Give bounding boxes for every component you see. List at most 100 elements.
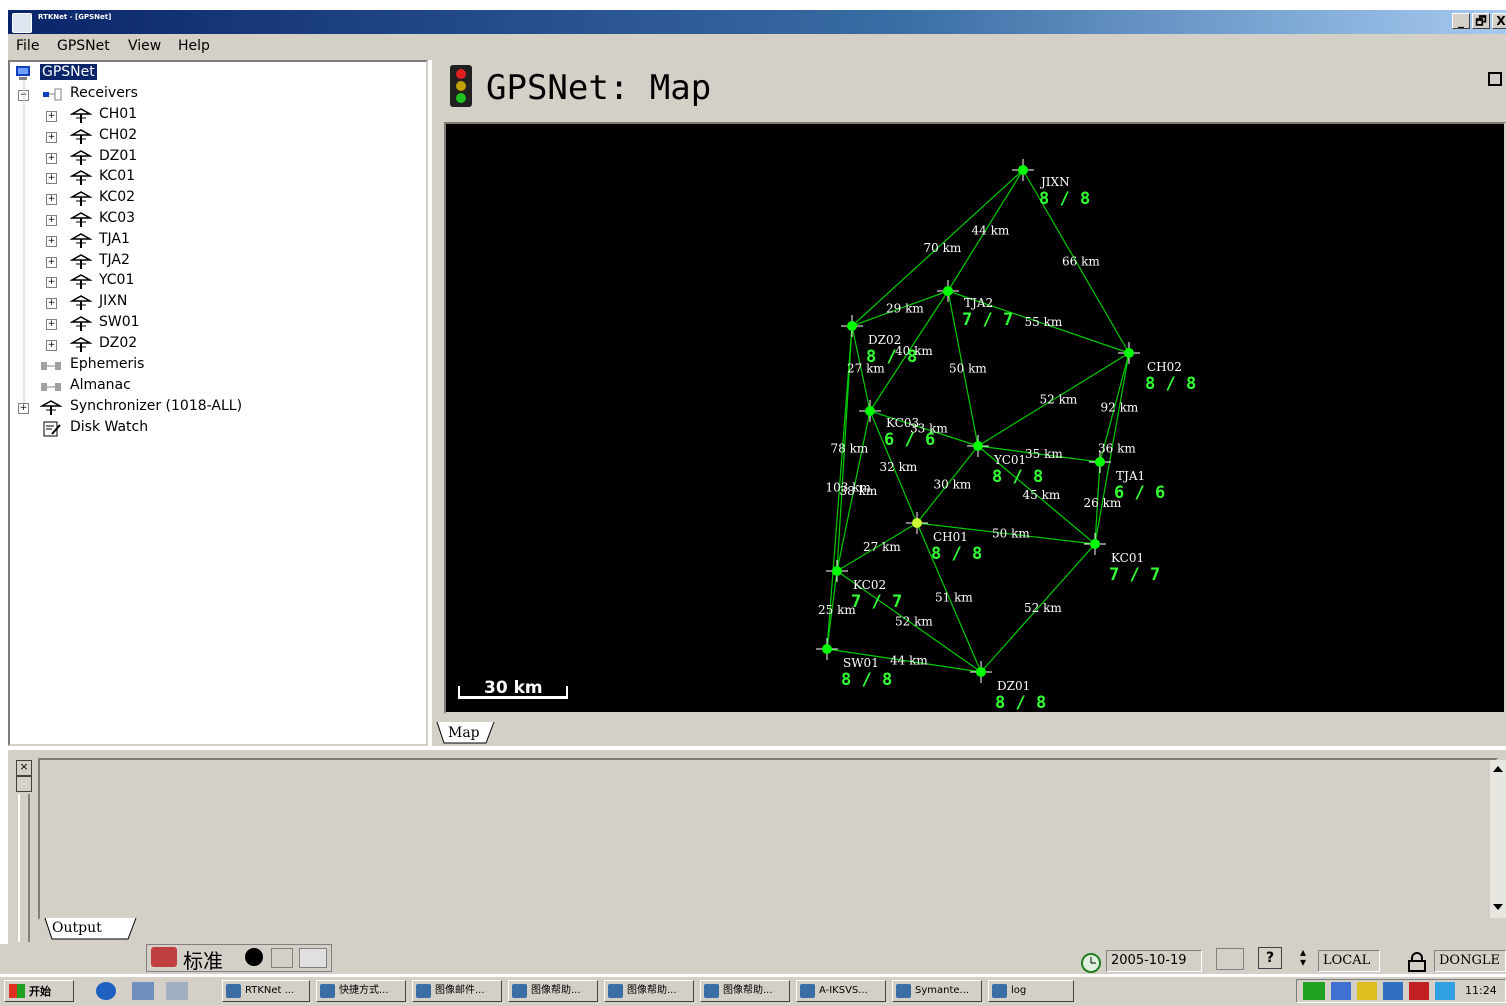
tree-receiver-label: KC01 <box>99 168 136 185</box>
tray-monitor-icon[interactable] <box>1383 982 1403 1000</box>
station-name-label: DZ01 <box>997 679 1030 693</box>
desktop-quicklaunch-icon[interactable] <box>166 982 188 1000</box>
minimize-button[interactable]: _ <box>1452 13 1470 29</box>
tree-receiver-label: KC03 <box>99 210 136 226</box>
scale-label: 30 km <box>484 678 543 698</box>
taskbar-button[interactable]: 图像帮助... <box>700 980 790 1002</box>
scroll-down-icon[interactable] <box>1493 904 1503 910</box>
expand-icon[interactable]: + <box>46 215 57 226</box>
map-tab[interactable]: Map <box>436 722 496 744</box>
expand-icon[interactable]: + <box>46 111 57 122</box>
task-app-icon <box>416 984 431 998</box>
station-marker-kc03 <box>865 406 875 416</box>
taskbar-button[interactable]: 图像邮件... <box>412 980 502 1002</box>
map-canvas[interactable]: 70 km 44 km 66 km 29 km 55 km 40 km 27 km 50 km… <box>444 122 1506 714</box>
menu-view[interactable]: View <box>128 38 161 54</box>
output-pane: × Output <box>8 750 1506 944</box>
taskbar-button[interactable]: 图像帮助... <box>508 980 598 1002</box>
ime-keyboard-icon[interactable] <box>299 948 327 968</box>
station-satellite-ratio: 8 / 8 <box>1145 374 1196 394</box>
station-name-label: CH01 <box>933 530 968 544</box>
map-title: GPSNet: Map <box>486 68 712 108</box>
restore-button[interactable]: 🗗 <box>1472 13 1490 29</box>
expand-icon[interactable]: + <box>46 298 57 310</box>
baseline-length-label: 50 km <box>949 362 987 376</box>
tray-security-icon[interactable] <box>1435 982 1455 1000</box>
title-bar[interactable]: RTKNet - [GPSNet] _ 🗗 X <box>8 10 1506 34</box>
baseline-length-label: 52 km <box>1024 601 1062 615</box>
expand-icon[interactable]: + <box>46 173 57 185</box>
panel-maximize-icon[interactable] <box>1488 72 1502 86</box>
output-close-icon[interactable]: × <box>16 760 32 776</box>
traffic-light-icon <box>450 65 472 107</box>
tray-vc-icon[interactable] <box>1303 982 1325 1000</box>
ime-toolbar[interactable]: 标准 <box>146 944 332 974</box>
station-marker-kc01 <box>1090 539 1100 549</box>
expand-icon[interactable]: + <box>46 152 57 164</box>
ime-mode-label[interactable]: 标准 <box>183 945 223 974</box>
station-name-label: KC01 <box>1111 551 1144 565</box>
station-marker-jixn <box>1018 165 1028 175</box>
station-satellite-ratio: 8 / 8 <box>995 693 1046 712</box>
ime-punct-icon[interactable] <box>271 948 293 968</box>
tree-pane[interactable]: GPSNet − Receivers + CH01 + CH02 + DZ01 + KC01 +… <box>8 60 428 746</box>
tree-receiver-label: TJA1 <box>99 230 130 247</box>
output-tab[interactable]: Output <box>44 918 144 940</box>
expand-icon[interactable]: + <box>46 319 57 330</box>
output-text-area[interactable] <box>38 758 1498 920</box>
expand-icon[interactable]: + <box>46 277 57 289</box>
tree-almanac-label: Almanac <box>70 377 131 393</box>
station-marker-kc02 <box>832 566 842 576</box>
windows-logo-icon <box>9 984 25 998</box>
app-icon[interactable] <box>12 13 32 33</box>
output-scrollbar[interactable] <box>1490 760 1506 918</box>
baseline-length-label: 51 km <box>935 591 973 605</box>
expand-icon[interactable]: + <box>18 403 29 414</box>
tree-disk-watch-label: Disk Watch <box>70 419 149 435</box>
window-title: RTKNet - [GPSNet] <box>38 13 112 21</box>
keyboard-icon[interactable] <box>1216 948 1244 970</box>
taskbar-button[interactable]: RTKNet ... <box>222 980 310 1002</box>
output-gripper[interactable] <box>18 794 30 942</box>
spinner-icon[interactable]: ▴ ▾ <box>1296 946 1310 969</box>
task-label: A-IKSVS... <box>819 985 868 996</box>
station-marker-yc01 <box>973 441 983 451</box>
antenna-icon <box>70 191 92 207</box>
menu-help[interactable]: Help <box>178 38 210 54</box>
ime-halfwidth-icon[interactable] <box>245 948 263 966</box>
output-dock-icon[interactable] <box>16 776 32 792</box>
baseline-length-label: 52 km <box>1040 393 1078 407</box>
tray-pencil-icon[interactable] <box>1357 982 1377 1000</box>
baseline-length-label: 45 km <box>1023 488 1061 502</box>
menu-file[interactable]: File <box>16 38 39 54</box>
close-button[interactable]: X <box>1492 13 1506 29</box>
outlook-quicklaunch-icon[interactable] <box>132 982 154 1000</box>
taskbar-button[interactable]: A-IKSVS... <box>796 980 886 1002</box>
station-satellite-ratio: 6 / 6 <box>884 430 935 450</box>
disk-watch-icon <box>43 421 61 437</box>
expand-icon[interactable]: + <box>46 339 57 351</box>
taskbar-button[interactable]: Symante... <box>892 980 982 1002</box>
station-marker-sw01 <box>822 644 832 654</box>
tree-synchronizer-label: Synchronizer (1018-ALL) <box>70 398 243 414</box>
antenna-icon <box>40 400 62 415</box>
expand-icon[interactable]: + <box>46 194 57 206</box>
expand-icon[interactable]: + <box>46 131 57 143</box>
start-button[interactable]: 开始 <box>4 980 74 1002</box>
ie-quicklaunch-icon[interactable] <box>96 982 116 1000</box>
collapse-icon[interactable]: − <box>18 90 29 101</box>
expand-icon[interactable]: + <box>46 235 57 247</box>
task-app-icon <box>608 984 623 998</box>
ime-logo-icon[interactable] <box>151 947 177 967</box>
tray-network-icon[interactable] <box>1331 982 1351 1000</box>
task-label: 快捷方式... <box>339 985 389 996</box>
scroll-up-icon[interactable] <box>1493 766 1503 772</box>
tray-disconnected-icon[interactable] <box>1409 982 1429 1000</box>
station-name-label: KC02 <box>853 578 886 592</box>
help-icon[interactable]: ? <box>1258 947 1282 969</box>
taskbar-button[interactable]: log <box>988 980 1074 1002</box>
menu-gpsnet[interactable]: GPSNet <box>57 38 110 54</box>
taskbar-button[interactable]: 快捷方式... <box>316 980 406 1002</box>
expand-icon[interactable]: + <box>46 256 57 268</box>
taskbar-button[interactable]: 图像帮助... <box>604 980 694 1002</box>
